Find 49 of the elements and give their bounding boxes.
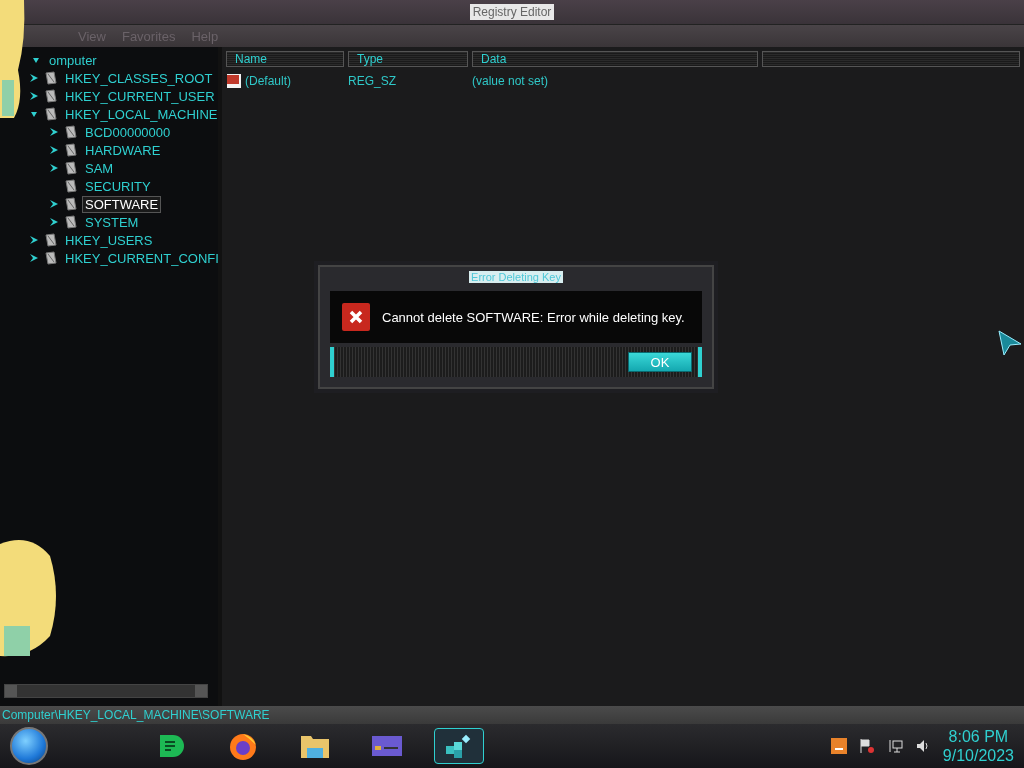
expand-arrow-icon[interactable] [48,199,60,209]
date: 9/10/2023 [942,746,1014,765]
expand-arrow-icon[interactable] [48,163,60,173]
expand-arrow-icon[interactable] [48,217,60,227]
column-header[interactable]: Type [348,51,468,67]
speech-bubble-icon [157,732,185,760]
string-value-icon [226,73,242,89]
expand-arrow-icon[interactable] [48,145,60,155]
table-cell-text: REG_SZ [348,74,397,88]
tree-item[interactable]: SECURITY [82,177,154,195]
tree-item[interactable]: SYSTEM [82,213,142,231]
table-cell: (Default) [245,74,291,88]
tree-item[interactable]: HKEY_LOCAL_MACHINE [62,105,218,123]
start-button[interactable] [10,727,48,765]
expand-arrow-icon[interactable] [28,91,40,101]
expand-arrow-icon[interactable] [48,127,60,137]
expand-arrow-icon[interactable] [28,73,40,83]
tree-item[interactable]: SAM [82,159,117,177]
tree-item[interactable]: HKEY_CURRENT_CONFI [62,249,218,267]
error-message: Cannot delete SOFTWARE: Error while deleting key. [382,309,685,325]
table-cell-text: (value not set) [472,74,550,88]
tree-item[interactable]: HKEY_USERS [62,231,156,249]
expand-arrow-icon[interactable] [28,253,40,263]
tree-item[interactable]: HKEY_CLASSES_ROOT [62,69,216,87]
column-header[interactable]: Name [226,51,344,67]
tree-item[interactable]: SOFTWARE [82,195,162,213]
speaker-icon[interactable] [914,738,931,754]
dialog-title: Error Deleting Key [469,271,563,283]
flag-icon[interactable] [858,738,875,754]
window-title: Registry Editor [469,4,555,20]
browser-icon [228,731,258,761]
java-icon[interactable] [830,738,847,754]
tree-item[interactable]: BCD00000000 [82,123,174,141]
network-icon[interactable] [886,738,903,754]
tree-item[interactable]: HARDWARE [82,141,164,159]
taskbar-button[interactable] [434,728,484,764]
window-icon [371,735,403,757]
error-icon [342,303,370,331]
tree-item[interactable]: HKEY_CURRENT_USER [62,87,218,105]
cursor-icon [998,330,1022,356]
time: 8:06 PM [948,727,1009,746]
status-bar: Computer\HKEY_LOCAL_MACHINE\SOFTWARE [0,706,1024,724]
column-header[interactable]: Data [472,51,758,67]
tree-item[interactable]: omputer [46,51,100,69]
expand-arrow-icon[interactable] [28,235,40,245]
clock[interactable]: 8:06 PM 9/10/2023 [942,727,1014,765]
scrollbar[interactable] [4,684,208,698]
collapse-arrow-icon[interactable] [30,55,42,65]
collapse-arrow-icon[interactable] [28,109,40,119]
